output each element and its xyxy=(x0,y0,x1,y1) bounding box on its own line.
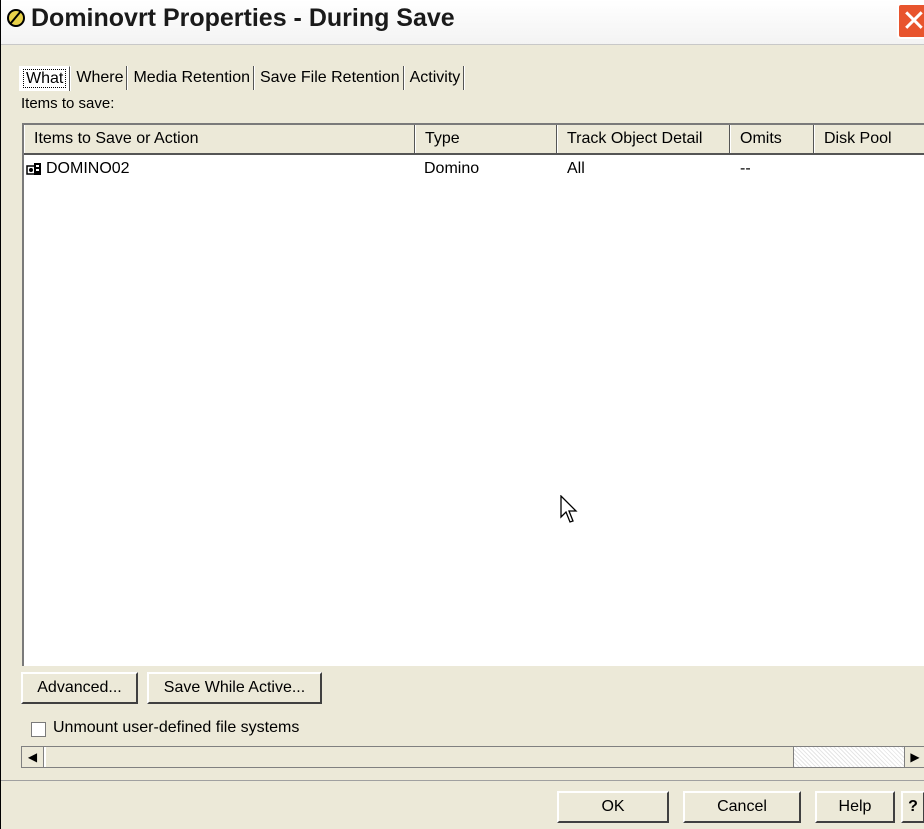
items-to-save-label: Items to save: xyxy=(21,95,115,112)
scroll-thumb[interactable] xyxy=(46,747,794,767)
app-icon xyxy=(7,9,25,27)
horizontal-scrollbar[interactable]: ◀ ▶ xyxy=(21,746,924,768)
scroll-right-icon[interactable]: ▶ xyxy=(904,747,924,767)
tab-save-file-retention[interactable]: Save File Retention xyxy=(257,66,404,90)
window-title: Dominovrt Properties - During Save xyxy=(31,4,455,32)
help-button[interactable]: Help xyxy=(815,791,895,823)
tab-where[interactable]: Where xyxy=(73,66,128,90)
tab-what[interactable]: What xyxy=(19,66,71,91)
unmount-checkbox[interactable] xyxy=(31,722,46,737)
row-omits: -- xyxy=(740,160,751,177)
items-table: Items to Save or Action Type Track Objec… xyxy=(22,123,924,666)
column-header-disk-pool[interactable]: Disk Pool xyxy=(814,125,924,153)
properties-dialog: Dominovrt Properties - During Save ✕ Wha… xyxy=(0,0,924,829)
title-bar[interactable]: Dominovrt Properties - During Save ✕ xyxy=(1,0,924,45)
column-header-omits[interactable]: Omits xyxy=(730,125,814,153)
domino-server-icon xyxy=(26,163,41,175)
tab-label: What xyxy=(23,69,67,88)
context-help-button[interactable]: ? xyxy=(901,791,924,823)
row-type: Domino xyxy=(424,160,480,177)
ok-button[interactable]: OK xyxy=(557,791,669,823)
close-button[interactable]: ✕ xyxy=(897,3,924,39)
column-header-type[interactable]: Type xyxy=(415,125,557,153)
tab-bar: What Where Media Retention Save File Ret… xyxy=(19,66,467,91)
scroll-left-icon[interactable]: ◀ xyxy=(22,747,44,767)
mouse-pointer-icon xyxy=(560,495,578,523)
row-track-object-detail: All xyxy=(567,160,585,177)
advanced-button[interactable]: Advanced... xyxy=(21,672,138,704)
column-header-items[interactable]: Items to Save or Action xyxy=(24,125,415,153)
row-item-name: DOMINO02 xyxy=(46,160,130,177)
cancel-button[interactable]: Cancel xyxy=(683,791,801,823)
table-row[interactable]: DOMINO02 Domino All -- xyxy=(24,157,924,181)
tab-media-retention[interactable]: Media Retention xyxy=(130,66,254,90)
scroll-track[interactable] xyxy=(794,747,904,767)
divider xyxy=(1,780,924,781)
column-header-track-object-detail[interactable]: Track Object Detail xyxy=(557,125,730,153)
save-while-active-button[interactable]: Save While Active... xyxy=(147,672,322,704)
unmount-checkbox-label: Unmount user-defined file systems xyxy=(53,719,300,736)
tab-activity[interactable]: Activity xyxy=(407,66,465,90)
table-header: Items to Save or Action Type Track Objec… xyxy=(24,125,924,155)
